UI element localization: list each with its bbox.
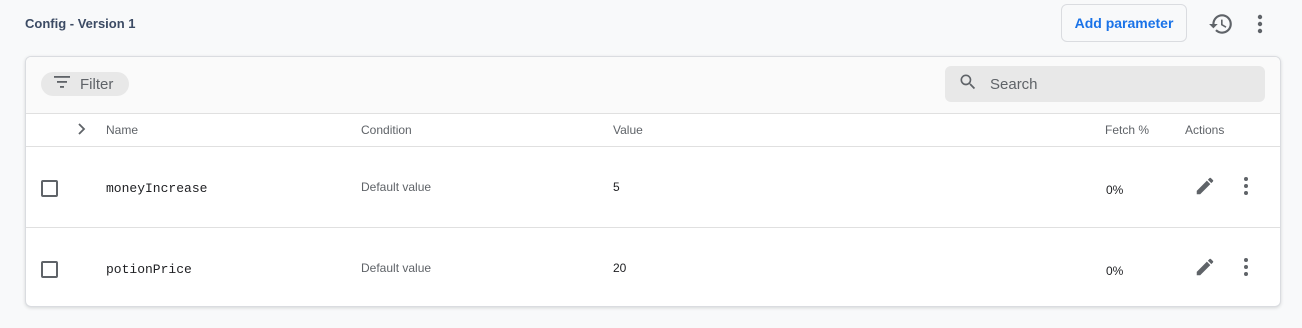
search-box[interactable] — [945, 66, 1265, 102]
column-header-fetch[interactable]: Fetch % — [1105, 123, 1149, 137]
search-icon — [958, 72, 978, 97]
table-row[interactable]: potionPrice Default value 20 0% — [26, 228, 1280, 306]
filter-label: Filter — [80, 75, 114, 93]
parameter-value: 20 — [613, 261, 627, 275]
parameter-condition: Default value — [361, 261, 432, 275]
row-checkbox[interactable] — [41, 180, 58, 197]
row-more-vert-icon[interactable] — [1236, 175, 1256, 197]
column-header-condition[interactable]: Condition — [361, 123, 412, 137]
parameter-value: 5 — [613, 180, 620, 194]
parameter-fetch-percent: 0% — [1106, 264, 1124, 278]
column-header-actions: Actions — [1185, 123, 1225, 137]
edit-pencil-icon[interactable] — [1194, 256, 1216, 278]
table-toolbar: Filter — [26, 57, 1280, 114]
row-more-vert-icon[interactable] — [1236, 256, 1256, 278]
table-header: Name Condition Value Fetch % Actions — [26, 113, 1280, 147]
table-row[interactable]: moneyIncrease Default value 5 0% — [26, 147, 1280, 228]
expand-all-chevron-icon[interactable] — [74, 121, 90, 137]
parameters-card: Filter Name Condition Value Fetch % Acti… — [25, 56, 1281, 307]
parameter-name[interactable]: potionPrice — [106, 262, 192, 277]
filter-button[interactable]: Filter — [41, 72, 129, 96]
filter-icon — [54, 75, 70, 93]
row-checkbox[interactable] — [41, 261, 58, 278]
parameter-name[interactable]: moneyIncrease — [106, 181, 207, 196]
column-header-name[interactable]: Name — [106, 123, 138, 137]
top-bar: Config - Version 1 Add parameter — [0, 0, 1302, 48]
column-header-value[interactable]: Value — [613, 123, 643, 137]
breadcrumb: Config - Version 1 — [25, 16, 136, 31]
history-icon[interactable] — [1208, 11, 1234, 37]
parameter-fetch-percent: 0% — [1106, 183, 1124, 197]
parameter-condition: Default value — [361, 180, 432, 194]
edit-pencil-icon[interactable] — [1194, 175, 1216, 197]
more-vert-icon[interactable] — [1250, 11, 1270, 37]
search-input[interactable] — [988, 74, 1242, 94]
add-parameter-button[interactable]: Add parameter — [1061, 4, 1187, 42]
